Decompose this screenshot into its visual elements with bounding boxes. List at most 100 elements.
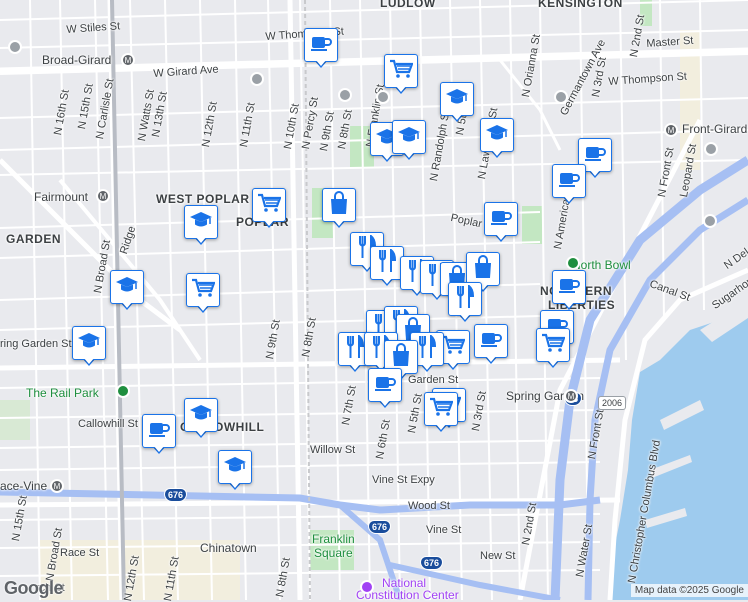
marker-pointer-inner (229, 481, 241, 488)
marker-box (218, 450, 252, 484)
graduation-cap-icon (189, 404, 213, 427)
marker-box (370, 246, 404, 280)
marker-pointer-inner (153, 445, 165, 452)
school-marker[interactable] (480, 118, 514, 160)
street-label-vine-expy: Vine St Expy (372, 474, 435, 486)
marker-pointer-inner (495, 233, 507, 240)
marker-pointer-inner (379, 399, 391, 406)
grocery-marker[interactable] (384, 54, 418, 96)
cafe-marker[interactable] (552, 164, 586, 206)
street-label-wood: Wood St (408, 500, 450, 512)
marker-pointer-inner (263, 219, 275, 226)
area-label-west-poplar: WEST POPLAR (156, 192, 250, 206)
marker-box (142, 414, 176, 448)
grocery-marker[interactable] (252, 188, 286, 230)
area-label-chinatown: Chinatown (200, 541, 257, 555)
bus-stop-icon[interactable] (8, 40, 22, 54)
street-label-callowhill-st: Callowhill St (78, 418, 138, 430)
cafe-marker[interactable] (142, 414, 176, 456)
graduation-cap-icon (115, 276, 139, 299)
street-label-race: Race St (60, 547, 100, 559)
marker-box (440, 82, 474, 116)
cafe-marker[interactable] (552, 270, 586, 312)
marker-pointer-inner (563, 301, 575, 308)
shopping-cart-icon (389, 59, 414, 84)
marker-pointer-inner (315, 59, 327, 66)
school-marker[interactable] (392, 120, 426, 162)
marker-box (368, 368, 402, 402)
marker-box (466, 252, 500, 286)
cafe-marker[interactable] (474, 324, 508, 366)
school-marker[interactable] (184, 398, 218, 440)
restaurant-marker[interactable] (448, 282, 482, 324)
marker-box (184, 398, 218, 432)
map-attribution: Map data ©2025 Google (630, 584, 748, 597)
street-label-race-vine: ace-Vine (0, 479, 48, 493)
shopping-marker[interactable] (322, 188, 356, 230)
shopping-cart-icon (191, 278, 216, 303)
marker-pointer-inner (395, 85, 407, 92)
restaurant-marker[interactable] (370, 246, 404, 288)
school-marker[interactable] (184, 205, 218, 247)
transit-station-icon[interactable]: M (121, 53, 135, 67)
transit-station-icon[interactable]: M (664, 123, 678, 137)
bowling-pin-icon (566, 256, 580, 270)
school-marker[interactable] (218, 450, 252, 492)
street-label-front-girard: Front-Girard (682, 122, 748, 136)
bus-stop-icon[interactable] (554, 90, 568, 104)
bus-stop-icon[interactable] (704, 142, 718, 156)
marker-box (552, 164, 586, 198)
street-label-new: New St (480, 550, 516, 562)
shopping-bag-icon (473, 254, 493, 284)
marker-pointer-inner (435, 423, 447, 430)
marker-pointer-inner (195, 236, 207, 243)
shopping-cart-icon (541, 333, 566, 358)
poi-label-the-rail-park: The Rail Park (26, 386, 99, 400)
grocery-marker[interactable] (536, 328, 570, 370)
marker-pointer-inner (485, 355, 497, 362)
park-label-square: Square (314, 546, 353, 560)
street-label-broad-girard: Broad-Girard (42, 53, 112, 67)
marker-box (72, 326, 106, 360)
school-marker[interactable] (440, 82, 474, 124)
landmark-icon (360, 580, 374, 594)
marker-box (536, 328, 570, 362)
grocery-marker[interactable] (424, 392, 458, 434)
coffee-cup-icon (480, 330, 502, 353)
marker-pointer-inner (421, 363, 433, 370)
park-label-franklin: Franklin (312, 532, 355, 546)
school-marker[interactable] (72, 326, 106, 368)
marker-box (480, 118, 514, 152)
transit-station-icon[interactable]: M (564, 389, 578, 403)
fork-knife-icon (344, 333, 366, 364)
bus-stop-icon[interactable] (703, 214, 717, 228)
school-marker[interactable] (110, 270, 144, 312)
shopping-bag-icon (329, 190, 349, 220)
route-2006-shield: 2006 (598, 396, 627, 410)
transit-station-icon[interactable]: M (50, 479, 64, 493)
shopping-cart-icon (429, 397, 454, 422)
grocery-marker[interactable] (186, 273, 220, 315)
marker-box (384, 54, 418, 88)
marker-box (392, 120, 426, 154)
street-label-fairmount: Fairmount (34, 190, 89, 204)
cafe-marker[interactable] (304, 28, 338, 70)
coffee-cup-icon (558, 276, 580, 299)
marker-box (304, 28, 338, 62)
graduation-cap-icon (77, 332, 101, 355)
marker-box (186, 273, 220, 307)
marker-pointer-inner (589, 169, 601, 176)
shopping-cart-icon (257, 193, 282, 218)
marker-box (552, 270, 586, 304)
bus-stop-icon[interactable] (338, 88, 352, 102)
street-label-spring-garden-w: ring Garden St (0, 338, 72, 350)
marker-box (484, 202, 518, 236)
marker-pointer-inner (333, 219, 345, 226)
cafe-marker[interactable] (484, 202, 518, 244)
cafe-marker[interactable] (368, 368, 402, 410)
marker-box (322, 188, 356, 222)
bus-stop-icon[interactable] (250, 72, 264, 86)
interstate-676-shield-c: 676 (420, 556, 444, 570)
graduation-cap-icon (223, 456, 247, 479)
transit-station-icon[interactable]: M (96, 189, 110, 203)
